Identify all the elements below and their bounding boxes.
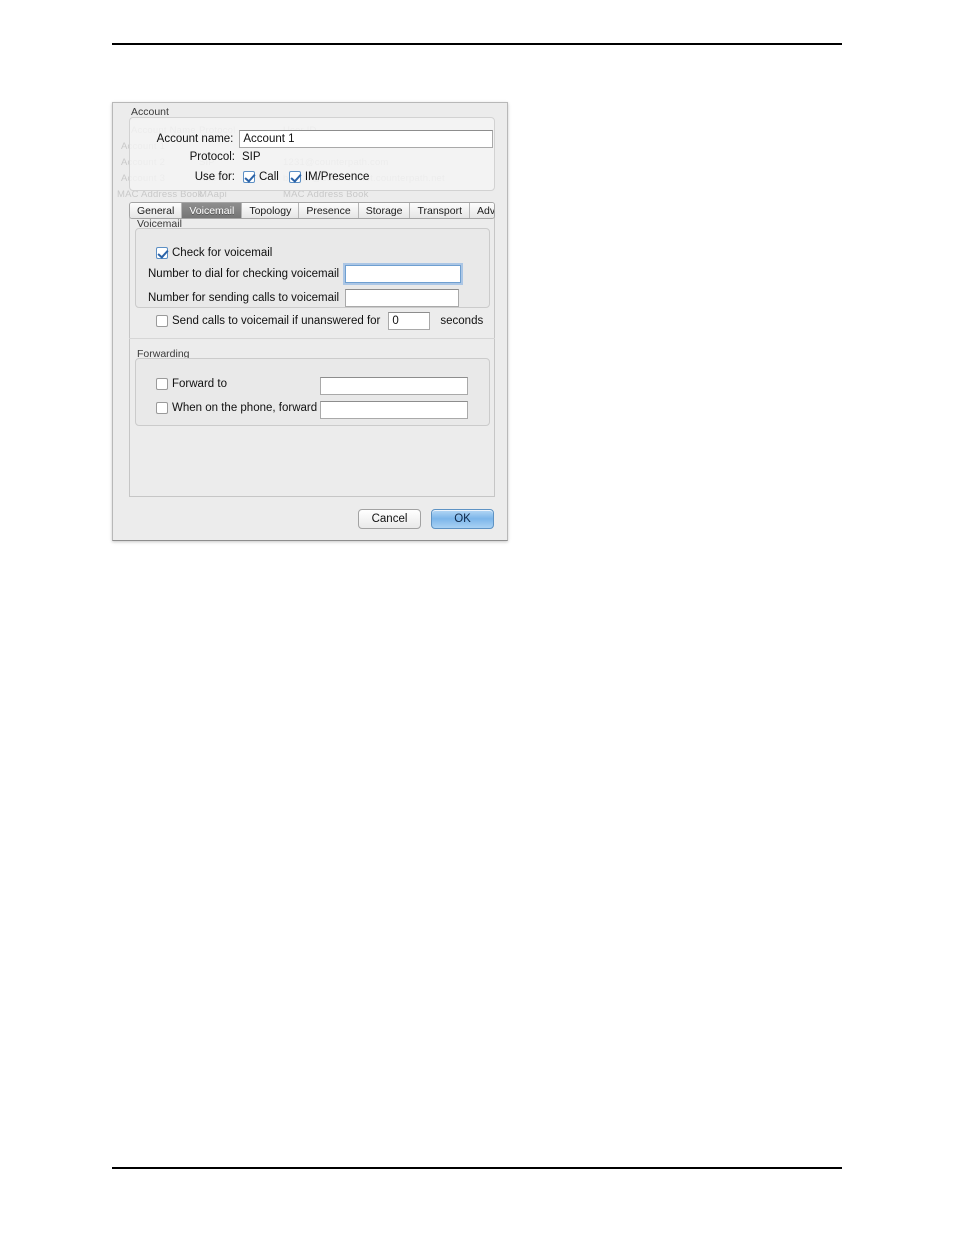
send-if-unanswered-label: Send calls to voicemail if unanswered fo… xyxy=(172,315,381,327)
when-on-phone-row: When on the phone, forward to xyxy=(156,402,330,414)
account-name-label: Account name: xyxy=(156,133,234,145)
account-settings-dialog: Account Name Protocol User ID Account 1 … xyxy=(112,102,508,541)
forward-to-checkbox[interactable] xyxy=(156,378,168,390)
number-to-dial-row: Number to dial for checking voicemail xyxy=(148,265,462,283)
number-to-dial-label: Number to dial for checking voicemail xyxy=(148,268,340,280)
number-to-dial-input[interactable] xyxy=(345,265,462,283)
tab-advanced[interactable]: Advanced xyxy=(470,203,494,218)
protocol-value: SIP xyxy=(242,151,261,163)
send-if-unanswered-checkbox[interactable] xyxy=(156,315,168,327)
tab-presence[interactable]: Presence xyxy=(299,203,359,218)
tab-topology[interactable]: Topology xyxy=(242,203,300,218)
check-for-voicemail-label: Check for voicemail xyxy=(172,247,273,259)
tab-storage[interactable]: Storage xyxy=(358,203,411,218)
page-rule-top xyxy=(112,43,842,45)
when-on-phone-label: When on the phone, forward to xyxy=(172,402,330,414)
use-for-call-label: Call xyxy=(259,171,279,183)
forward-to-label: Forward to xyxy=(172,378,227,390)
number-for-sending-label: Number for sending calls to voicemail xyxy=(148,292,340,304)
check-for-voicemail-row: Check for voicemail xyxy=(156,247,272,259)
account-name-input[interactable] xyxy=(239,130,493,148)
when-on-phone-input[interactable] xyxy=(320,401,468,419)
account-name-row: Account name: xyxy=(143,130,493,148)
tab-voicemail[interactable]: Voicemail xyxy=(182,203,243,218)
unanswered-seconds-input[interactable] xyxy=(388,312,431,330)
use-for-label: Use for: xyxy=(194,171,235,183)
forward-to-input[interactable] xyxy=(320,377,468,395)
use-for-im-presence-label: IM/Presence xyxy=(304,171,370,183)
protocol-label: Protocol: xyxy=(189,151,235,163)
check-for-voicemail-checkbox[interactable] xyxy=(156,247,168,259)
number-for-sending-input[interactable] xyxy=(345,289,460,307)
when-on-phone-checkbox[interactable] xyxy=(156,402,168,414)
page-rule-bottom xyxy=(112,1167,842,1169)
use-for-row: Use for: Call IM/Presence xyxy=(143,171,493,183)
seconds-label: seconds xyxy=(440,315,484,327)
use-for-call-checkbox[interactable] xyxy=(243,171,255,183)
settings-tabbar: General Voicemail Topology Presence Stor… xyxy=(129,202,495,219)
ok-button[interactable]: OK xyxy=(431,509,494,529)
send-if-unanswered-row: Send calls to voicemail if unanswered fo… xyxy=(156,312,483,330)
tab-transport[interactable]: Transport xyxy=(410,203,471,218)
tab-general[interactable]: General xyxy=(130,203,183,218)
panel-separator xyxy=(129,338,495,339)
number-for-sending-row: Number for sending calls to voicemail xyxy=(148,289,460,307)
use-for-im-presence-checkbox[interactable] xyxy=(288,171,301,183)
forward-to-row: Forward to xyxy=(156,378,227,390)
cancel-button[interactable]: Cancel xyxy=(358,509,421,529)
protocol-row: Protocol: SIP xyxy=(143,151,493,163)
